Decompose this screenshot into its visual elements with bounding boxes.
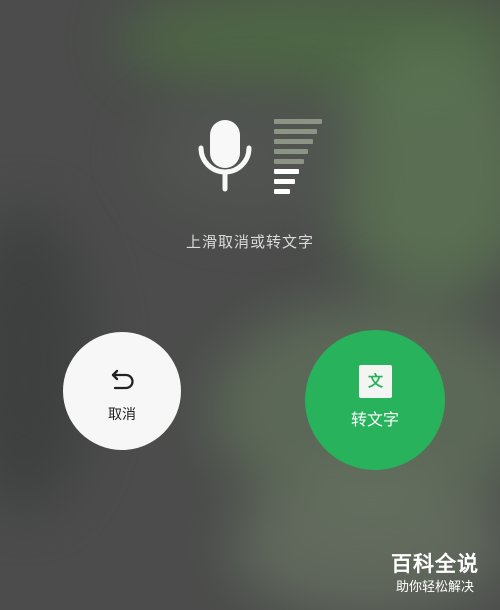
volume-level-bar <box>274 119 322 124</box>
watermark-subtitle: 助你轻松解决 <box>395 580 474 595</box>
volume-level-bar <box>274 159 304 164</box>
undo-arrow-icon <box>111 369 134 390</box>
microphone-icon <box>198 120 252 192</box>
watermark-title: 百科全说 <box>391 552 479 576</box>
volume-level-bar <box>274 139 313 144</box>
volume-level-bar <box>274 179 295 184</box>
convert-to-text-label: 转文字 <box>350 410 399 429</box>
volume-level-bar <box>274 189 290 194</box>
blurred-chat-background <box>0 0 500 610</box>
volume-level-bar <box>274 169 300 174</box>
volume-level-bar <box>274 129 318 134</box>
watermark-logo: 百科全说 助你轻松解决 <box>370 550 500 610</box>
cancel-button[interactable]: 取消 <box>63 332 181 450</box>
cancel-button-label: 取消 <box>108 407 136 423</box>
volume-level-icon <box>274 119 328 199</box>
volume-level-bar <box>274 149 309 154</box>
convert-to-text-button[interactable]: 文 转文字 <box>305 330 445 470</box>
swipe-hint-text: 上滑取消或转文字 <box>185 233 314 251</box>
text-document-icon: 文 <box>359 365 392 398</box>
